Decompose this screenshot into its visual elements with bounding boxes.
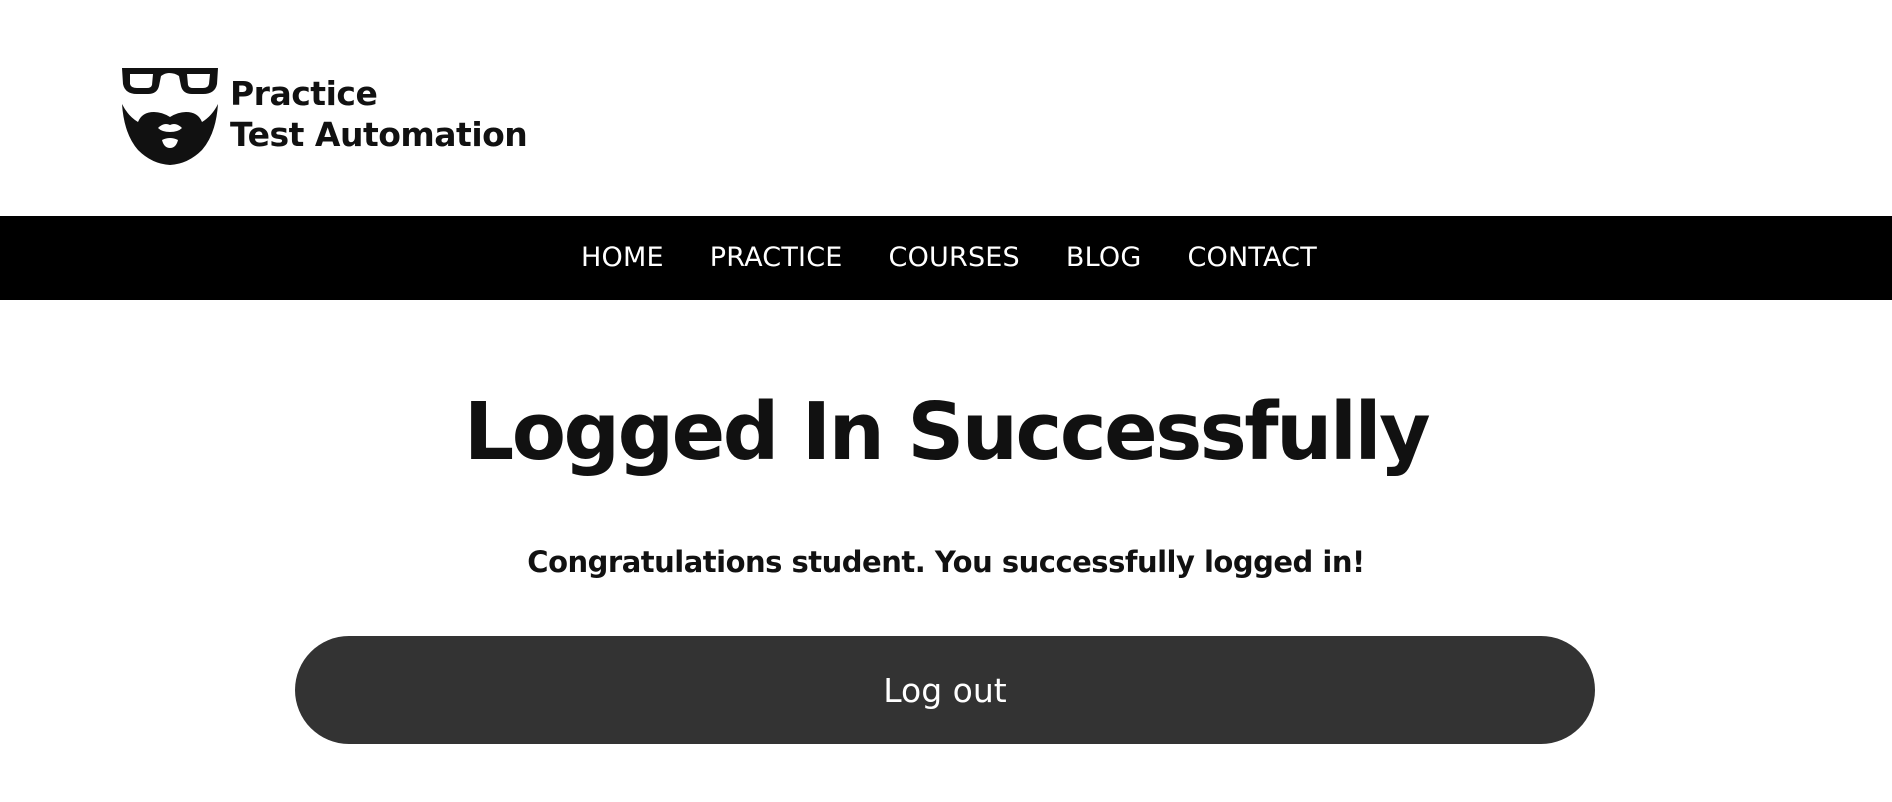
- nav-item-practice: PRACTICE: [710, 216, 843, 300]
- logout-button[interactable]: Log out: [295, 636, 1595, 744]
- logo-line-2: Test Automation: [230, 115, 528, 154]
- nav-list: HOME PRACTICE COURSES BLOG CONTACT: [0, 216, 1892, 300]
- nav-link-home[interactable]: HOME: [581, 216, 664, 300]
- nav-item-home: HOME: [581, 216, 664, 300]
- nav-item-blog: BLOG: [1066, 216, 1142, 300]
- logo-text: Practice Test Automation: [230, 73, 528, 155]
- nav-link-courses[interactable]: COURSES: [889, 216, 1020, 300]
- nav-link-blog[interactable]: BLOG: [1066, 216, 1142, 300]
- main-nav: HOME PRACTICE COURSES BLOG CONTACT: [0, 216, 1892, 300]
- nav-item-contact: CONTACT: [1187, 216, 1316, 300]
- nav-link-contact[interactable]: CONTACT: [1187, 216, 1316, 300]
- page-title: Logged In Successfully: [463, 386, 1431, 478]
- site-logo-link[interactable]: Practice Test Automation: [120, 62, 528, 166]
- nav-link-practice[interactable]: PRACTICE: [710, 216, 843, 300]
- site-header: Practice Test Automation: [0, 0, 1892, 216]
- success-message: Congratulations student. You successfull…: [527, 545, 1365, 579]
- logo-line-1: Practice: [230, 74, 378, 113]
- nav-item-courses: COURSES: [889, 216, 1020, 300]
- glasses-beard-icon: [122, 68, 218, 165]
